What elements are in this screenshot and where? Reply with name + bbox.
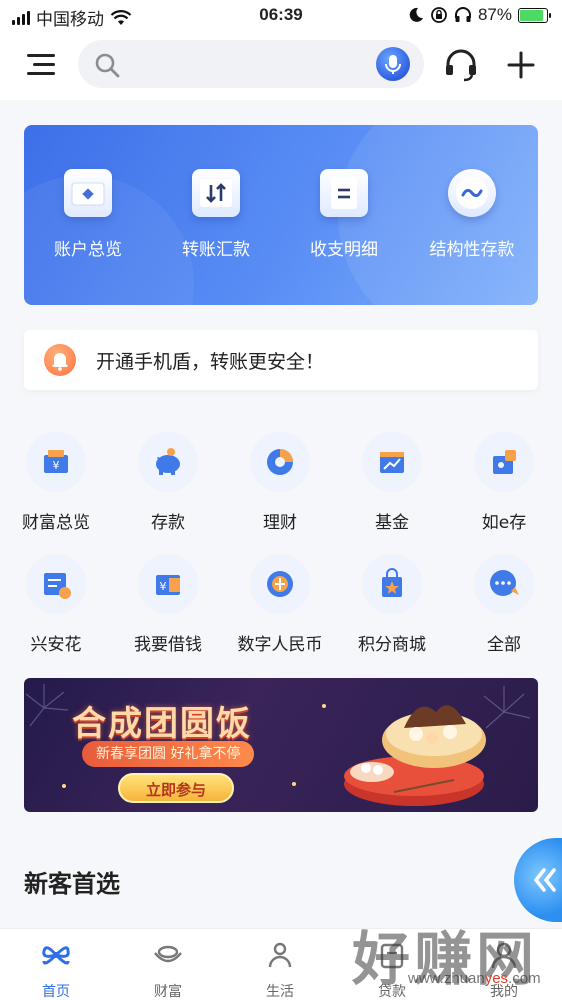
- service-xinganhua[interactable]: 兴安花: [0, 554, 112, 655]
- microphone-icon: [385, 55, 401, 74]
- search-icon: [95, 53, 120, 78]
- quick-action-label: 转账汇款: [182, 240, 250, 260]
- tab-home[interactable]: 首页: [0, 939, 112, 1000]
- bell-icon: [44, 344, 76, 376]
- service-label: 基金: [375, 513, 409, 533]
- quick-actions-card: 账户总览 转账汇款 收支明细 结构性存款: [24, 125, 538, 305]
- banner-title: 合成团圆饭: [72, 704, 252, 744]
- tab-label: 生活: [266, 984, 294, 1000]
- notice-text: 开通手机盾，转账更安全！: [96, 351, 325, 373]
- service-all[interactable]: 全部: [448, 554, 560, 655]
- service-digital-rmb[interactable]: 数字人民币: [224, 554, 336, 655]
- puzzle-icon: [474, 432, 534, 492]
- tab-label: 贷款: [378, 984, 406, 1000]
- banner-subtitle: 新春享团圆 好礼拿不停: [82, 741, 255, 767]
- status-bar: 中国移动 06:39 87%: [0, 0, 562, 32]
- quick-action-account-overview[interactable]: 账户总览: [24, 169, 152, 260]
- service-points-mall[interactable]: 积分商城: [336, 554, 448, 655]
- service-label: 全部: [487, 635, 521, 655]
- people-icon: [268, 942, 292, 968]
- digital-coin-icon: [250, 554, 310, 614]
- top-bar: [0, 32, 562, 100]
- fund-chart-icon: [362, 432, 422, 492]
- quick-action-label: 收支明细: [310, 240, 378, 260]
- hamburger-icon-line: [27, 72, 55, 75]
- tab-label: 首页: [42, 984, 70, 1000]
- service-rue-deposit[interactable]: 如e存: [448, 432, 560, 533]
- svg-text:¥: ¥: [53, 459, 60, 472]
- shopping-bag-icon: [362, 554, 422, 614]
- detail-list-icon: [320, 169, 368, 217]
- promo-banner[interactable]: 合成团圆饭 新春享团圆 好礼拿不停 立即参与: [24, 678, 538, 812]
- menu-button[interactable]: [24, 48, 58, 82]
- service-label: 积分商城: [358, 635, 426, 655]
- banner-join-button[interactable]: 立即参与: [118, 773, 234, 803]
- battery-percent: 87%: [477, 5, 512, 24]
- voice-search-button[interactable]: [376, 47, 410, 81]
- tab-label: 财富: [154, 984, 182, 1000]
- lock-rotation-icon: [431, 7, 447, 23]
- loan-icon: [380, 943, 404, 969]
- tab-label: 我的: [490, 984, 518, 1000]
- service-fund[interactable]: 基金: [336, 432, 448, 533]
- service-label: 我要借钱: [134, 635, 202, 655]
- bottom-tab-bar: 首页 财富 生活 贷款 我的: [0, 928, 562, 1000]
- floating-assistant-button[interactable]: [514, 838, 562, 922]
- more-chat-icon: [474, 554, 534, 614]
- tab-life[interactable]: 生活: [224, 939, 336, 1000]
- service-label: 存款: [151, 513, 185, 533]
- service-label: 财富总览: [22, 513, 90, 533]
- pie-chart-icon: [250, 432, 310, 492]
- quick-action-transfer[interactable]: 转账汇款: [152, 169, 280, 260]
- hamburger-icon: [27, 54, 55, 57]
- status-right: 87%: [408, 5, 551, 25]
- moon-icon: [409, 7, 423, 22]
- quick-action-label: 结构性存款: [429, 240, 515, 260]
- service-label: 如e存: [481, 513, 527, 533]
- service-wealth-overview[interactable]: ¥ 财富总览: [0, 432, 112, 533]
- search-box[interactable]: [78, 40, 424, 88]
- headphone-status-icon: [454, 7, 471, 22]
- loan-folder-icon: ¥: [138, 554, 198, 614]
- tab-wealth[interactable]: 财富: [112, 939, 224, 1000]
- tab-loan[interactable]: 贷款: [336, 939, 448, 1000]
- battery-icon: [518, 7, 551, 23]
- transfer-icon: [192, 169, 240, 217]
- svg-text:¥: ¥: [160, 580, 167, 593]
- double-chevron-left-icon: [533, 868, 556, 892]
- hamburger-icon-line: [33, 63, 55, 66]
- wealth-box-icon: ¥: [26, 432, 86, 492]
- user-icon: [491, 942, 517, 969]
- service-borrow[interactable]: ¥ 我要借钱: [112, 554, 224, 655]
- plus-icon[interactable]: [502, 46, 540, 84]
- security-notice[interactable]: 开通手机盾，转账更安全！: [24, 330, 538, 390]
- piggy-bank-icon: [138, 432, 198, 492]
- quick-action-details[interactable]: 收支明细: [280, 169, 408, 260]
- service-deposit[interactable]: 存款: [112, 432, 224, 533]
- service-label: 理财: [263, 513, 297, 533]
- service-wealth-management[interactable]: 理财: [224, 432, 336, 533]
- service-label: 兴安花: [30, 635, 82, 655]
- section-title: 新客首选: [24, 870, 120, 898]
- service-label: 数字人民币: [237, 635, 323, 655]
- quick-action-label: 账户总览: [54, 240, 122, 260]
- quick-action-structured-deposit[interactable]: 结构性存款: [408, 169, 536, 260]
- search-input[interactable]: [130, 48, 360, 80]
- ingot-icon: [154, 945, 182, 963]
- wave-icon: [448, 169, 496, 217]
- wallet-icon: [64, 169, 112, 217]
- home-clover-icon: [42, 946, 70, 965]
- reunion-dinner-illustration: [344, 705, 486, 806]
- headset-icon[interactable]: [442, 46, 480, 84]
- card-icon: [26, 554, 86, 614]
- tab-mine[interactable]: 我的: [448, 939, 560, 1000]
